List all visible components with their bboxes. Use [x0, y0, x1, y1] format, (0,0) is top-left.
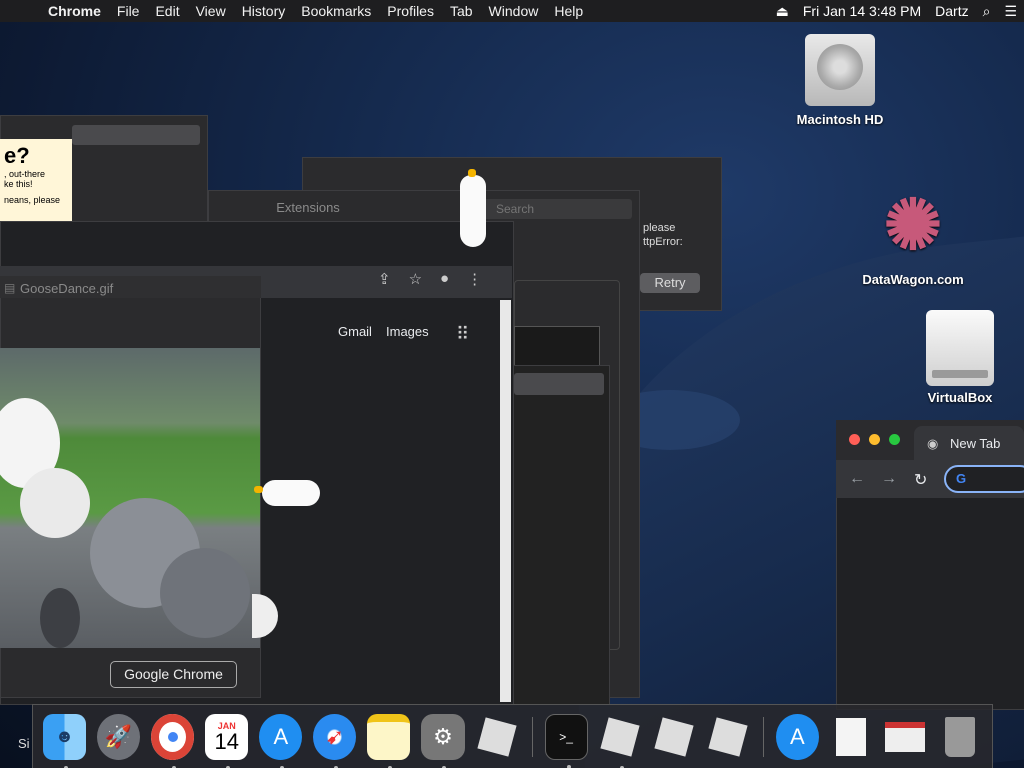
roblox-icon[interactable]	[653, 714, 696, 760]
menu-file[interactable]: File	[109, 3, 148, 19]
back-arrow-icon[interactable]: ←	[849, 470, 865, 488]
terminal-icon[interactable]: >_	[544, 713, 588, 768]
more-menu-icon[interactable]: ⋮	[467, 270, 482, 288]
launchpad-icon[interactable]: 🚀	[97, 713, 141, 760]
roblox-icon[interactable]	[599, 714, 642, 768]
calendar-day: 14	[214, 728, 239, 754]
menu-edit[interactable]: Edit	[147, 3, 187, 19]
roblox-icon[interactable]	[476, 714, 519, 760]
safari-icon[interactable]: ➹	[313, 713, 357, 768]
drive-icon	[926, 310, 994, 386]
dock-separator	[762, 716, 764, 757]
search-input[interactable]	[480, 199, 632, 219]
calendar-icon[interactable]: JAN 14	[205, 713, 249, 768]
menu-window[interactable]: Window	[481, 3, 547, 19]
roblox-icon[interactable]	[707, 714, 750, 760]
preview-icon[interactable]	[884, 714, 927, 760]
finder-icon[interactable]: ☻	[43, 713, 87, 768]
google-apps-icon[interactable]: ⠿	[456, 324, 469, 345]
hard-drive-icon	[805, 34, 875, 106]
app-store-icon[interactable]: A	[259, 713, 303, 768]
user-name[interactable]: Dartz	[928, 3, 975, 19]
menu-bar: Chrome File Edit View History Bookmarks …	[0, 0, 1024, 22]
desktop-icon-datawagon[interactable]: ✺ DataWagon.com	[858, 182, 968, 287]
bookmark-star-icon[interactable]: ☆	[409, 270, 422, 288]
document-preview: e? , out-there ke this! neans, please	[0, 139, 72, 221]
desktop-icon-label: Macintosh HD	[796, 112, 884, 127]
dock-separator	[531, 716, 533, 757]
search-field[interactable]	[514, 373, 604, 395]
dock: ☻ 🚀 JAN 14 A ➹ ⚙ >_ A	[32, 704, 993, 768]
menu-view[interactable]: View	[188, 3, 234, 19]
system-preferences-icon[interactable]: ⚙	[421, 713, 465, 768]
images-link[interactable]: Images	[386, 324, 429, 339]
minimize-window-icon[interactable]	[869, 434, 880, 445]
menu-bookmarks[interactable]: Bookmarks	[293, 3, 379, 19]
close-window-icon[interactable]	[849, 434, 860, 445]
gmail-link[interactable]: Gmail	[338, 324, 372, 339]
chrome-tab-icon: ◉	[927, 436, 939, 451]
retry-button[interactable]: Retry	[640, 273, 700, 293]
clock[interactable]: Fri Jan 14 3:48 PM	[796, 3, 928, 19]
spotlight-search-icon[interactable]: ⌕	[976, 3, 998, 20]
chrome-icon[interactable]	[151, 713, 195, 768]
zoom-window-icon[interactable]	[889, 434, 900, 445]
doc-text: ke this!	[4, 179, 33, 189]
doc-heading: e?	[4, 143, 30, 168]
toolbar-icons: ⇪ ☆ ● ⋮	[378, 270, 482, 288]
tab-title: New Tab	[950, 436, 1001, 451]
error-text: ttpError:	[643, 236, 683, 248]
scrollbar[interactable]	[500, 300, 511, 702]
file-icon[interactable]	[830, 714, 873, 760]
dark-box	[514, 326, 600, 366]
file-icon: ▤	[4, 281, 16, 295]
control-center-icon[interactable]: ☰	[997, 3, 1024, 20]
desktop-icon-virtualbox[interactable]: VirtualBox	[910, 310, 1010, 405]
profile-icon[interactable]: ●	[440, 270, 449, 288]
background-window[interactable]	[512, 365, 610, 705]
mandala-icon: ✺	[883, 186, 943, 264]
menu-chrome[interactable]: Chrome	[40, 3, 109, 19]
error-text: please	[643, 222, 676, 234]
doc-text: neans, please	[4, 195, 61, 205]
goose-sprite	[254, 480, 320, 506]
goose-dance-image	[0, 348, 260, 648]
reload-icon[interactable]: ↻	[914, 470, 927, 490]
google-logo-icon: G	[956, 471, 967, 486]
doc-text: , out-there	[4, 169, 46, 179]
app-store-icon[interactable]: A	[775, 713, 819, 760]
trash-icon[interactable]	[938, 714, 981, 760]
eject-icon[interactable]: ⏏	[769, 3, 796, 20]
menu-profiles[interactable]: Profiles	[379, 3, 442, 19]
desktop-icon-label: VirtualBox	[927, 390, 993, 405]
share-icon[interactable]: ⇪	[378, 270, 391, 288]
forward-arrow-icon[interactable]: →	[881, 470, 897, 488]
dock-tooltip: Google Chrome	[110, 661, 237, 688]
menu-help[interactable]: Help	[546, 3, 591, 19]
desktop-icon-macintosh-hd[interactable]: Macintosh HD	[790, 34, 890, 127]
partial-label: Si	[18, 736, 30, 751]
goose-sprite	[460, 169, 486, 247]
search-field[interactable]	[72, 125, 200, 145]
menu-history[interactable]: History	[234, 3, 294, 19]
notes-icon[interactable]	[367, 713, 411, 768]
address-bar[interactable]: G	[944, 465, 1024, 493]
extensions-title: Extensions	[276, 200, 340, 215]
gif-title: GooseDance.gif	[20, 281, 114, 296]
menu-tab[interactable]: Tab	[442, 3, 481, 19]
desktop-icon-label: DataWagon.com	[862, 272, 964, 287]
